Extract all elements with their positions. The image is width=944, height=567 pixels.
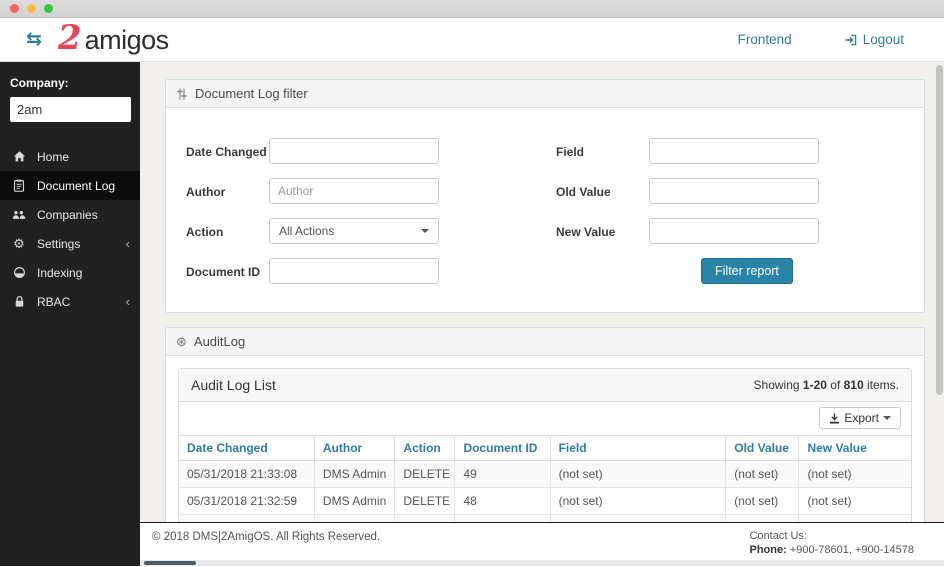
- app-footer: © 2018 DMS|2AmigOS. All Rights Reserved.…: [140, 522, 944, 566]
- lock-icon: [12, 295, 26, 308]
- column-header-field[interactable]: Field: [550, 435, 727, 461]
- table-header-row: Date Changed Author Action Document ID F…: [179, 435, 911, 461]
- column-header-author[interactable]: Author: [314, 435, 396, 461]
- brand-logo[interactable]: 2 amigos: [57, 18, 170, 58]
- horizontal-scrollbar-track[interactable]: [140, 560, 944, 566]
- circled-asterisk-icon: ⊛: [176, 334, 187, 349]
- sidebar-item-label: Companies: [37, 207, 98, 222]
- sliders-icon: [176, 88, 188, 100]
- author-input[interactable]: [269, 178, 439, 204]
- sidebar-item-rbac[interactable]: RBAC ‹: [0, 287, 140, 316]
- date-changed-label: Date Changed: [186, 145, 267, 159]
- users-icon: [12, 209, 26, 221]
- items-summary: Showing 1-20 of 810 items.: [753, 378, 899, 392]
- horizontal-scrollbar-thumb[interactable]: [144, 561, 196, 565]
- column-header-date-changed[interactable]: Date Changed: [179, 435, 315, 461]
- contact-phone: Phone: +900-78601, +900-14578: [749, 544, 914, 557]
- home-icon: [12, 150, 26, 163]
- main-area: Document Log filter Date Changed Author: [140, 62, 944, 566]
- logout-icon: [844, 33, 858, 47]
- action-label: Action: [186, 225, 224, 239]
- action-select[interactable]: All Actions: [269, 218, 439, 244]
- sidebar-item-settings[interactable]: ⚙ Settings ‹: [0, 229, 140, 258]
- document-log-filter-panel: Document Log filter Date Changed Author: [165, 79, 925, 313]
- indexing-icon: [12, 266, 26, 279]
- sidebar-item-indexing[interactable]: Indexing: [0, 258, 140, 287]
- new-value-input[interactable]: [649, 218, 819, 244]
- auditlog-panel-title: AuditLog: [193, 334, 246, 349]
- company-label: Company:: [10, 76, 69, 90]
- table-row[interactable]: 05/31/2018 21:33:08 DMS Admin DELETE 49 …: [179, 460, 911, 488]
- new-value-label: New Value: [556, 225, 616, 239]
- date-changed-input[interactable]: [269, 138, 439, 164]
- filter-panel-heading: Document Log filter: [166, 80, 924, 108]
- table-row[interactable]: 05/31/2018 21:32:59 DMS Admin DELETE 48 …: [179, 487, 911, 515]
- chevron-left-icon: ‹: [125, 294, 130, 309]
- column-header-document-id[interactable]: Document ID: [454, 435, 551, 461]
- field-input[interactable]: [649, 138, 819, 164]
- sidebar: Company: Home Document Log Companies: [0, 62, 140, 566]
- logout-link[interactable]: Logout: [844, 32, 904, 47]
- copyright-text: © 2018 DMS|2AmigOS. All Rights Reserved.: [152, 531, 381, 543]
- sidebar-item-label: Document Log: [37, 178, 116, 193]
- sidebar-item-companies[interactable]: Companies: [0, 200, 140, 229]
- logo-text: amigos: [84, 25, 170, 55]
- chevron-left-icon: ‹: [125, 236, 130, 251]
- audit-log-list-panel: Audit Log List Showing 1-20 of 810 items…: [178, 368, 912, 543]
- contact-title: Contact Us:: [749, 530, 807, 542]
- app-header: ⇆ 2 amigos Frontend Logout: [0, 18, 944, 62]
- auditlog-panel-heading: ⊛ AuditLog: [166, 328, 924, 356]
- sidebar-item-label: Indexing: [37, 265, 83, 280]
- contact-info: Contact Us: Phone: +900-78601, +900-1457…: [749, 529, 914, 566]
- field-label: Field: [556, 145, 585, 159]
- sidebar-item-home[interactable]: Home: [0, 142, 140, 171]
- author-label: Author: [186, 185, 226, 199]
- download-icon: [829, 412, 840, 424]
- clipboard-icon: [12, 179, 26, 192]
- filter-panel-title: Document Log filter: [195, 86, 308, 101]
- window-titlebar: [0, 0, 944, 18]
- document-id-label: Document ID: [186, 265, 261, 279]
- vertical-scrollbar-thumb[interactable]: [936, 65, 943, 395]
- old-value-input[interactable]: [649, 178, 819, 204]
- sidebar-item-label: RBAC: [37, 294, 71, 309]
- column-header-old-value[interactable]: Old Value: [725, 435, 800, 461]
- sidebar-item-document-log[interactable]: Document Log: [0, 171, 140, 200]
- caret-down-icon: [883, 416, 891, 424]
- window-minimize-icon[interactable]: [27, 4, 36, 13]
- old-value-label: Old Value: [556, 185, 611, 199]
- column-header-new-value[interactable]: New Value: [798, 435, 911, 461]
- gear-icon: ⚙: [13, 236, 25, 251]
- document-id-input[interactable]: [269, 258, 439, 284]
- logo-number: 2: [57, 18, 82, 58]
- window-close-icon[interactable]: [10, 4, 19, 13]
- frontend-link[interactable]: Frontend: [738, 32, 792, 47]
- caret-down-icon: [421, 229, 429, 237]
- swap-arrows-icon[interactable]: ⇆: [26, 30, 42, 49]
- sidebar-item-label: Home: [37, 149, 70, 164]
- company-input[interactable]: [10, 97, 131, 122]
- export-button[interactable]: Export: [819, 407, 901, 429]
- column-header-action[interactable]: Action: [394, 435, 456, 461]
- filter-report-button[interactable]: Filter report: [701, 258, 793, 284]
- window-maximize-icon[interactable]: [44, 4, 53, 13]
- sidebar-item-label: Settings: [37, 236, 81, 251]
- audit-log-list-title: Audit Log List: [191, 377, 276, 393]
